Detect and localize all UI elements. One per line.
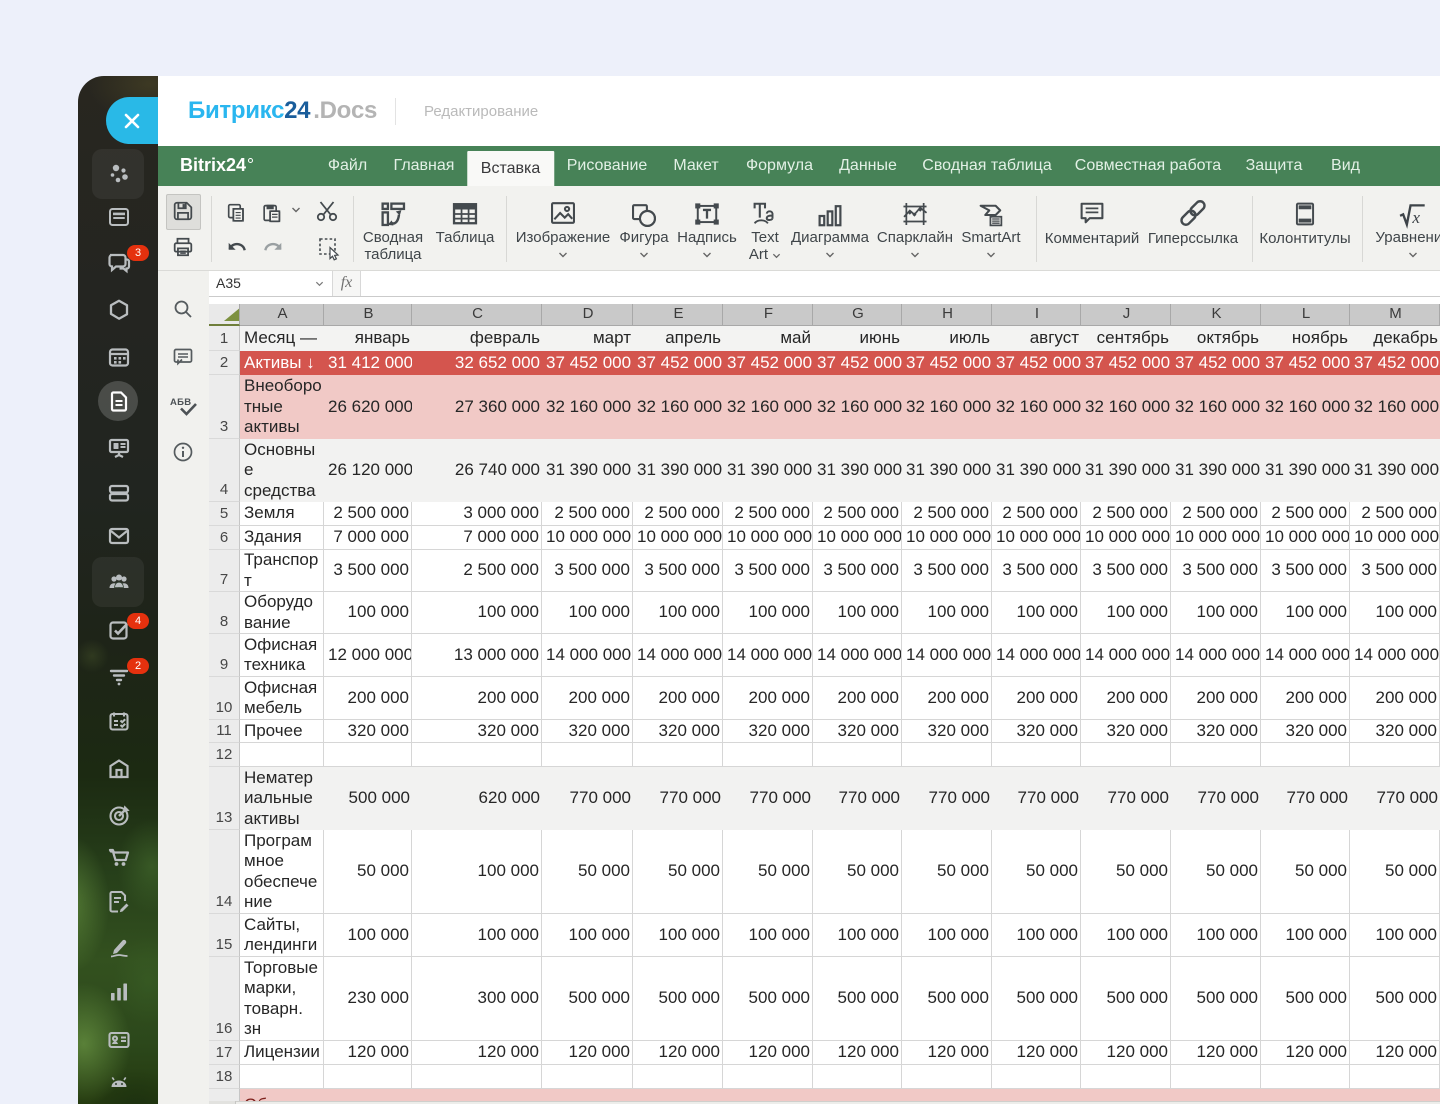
svg-text:x: x bbox=[1411, 208, 1420, 227]
svg-text:АБВ: АБВ bbox=[170, 397, 191, 408]
